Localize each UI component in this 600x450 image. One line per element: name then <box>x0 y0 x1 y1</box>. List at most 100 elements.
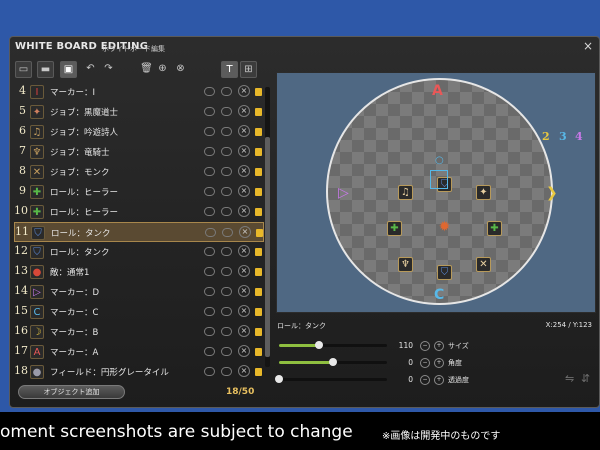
visibility-icon[interactable] <box>204 267 215 276</box>
visibility-icon[interactable] <box>204 367 215 376</box>
whiteboard-canvas[interactable]: 1 2 3 4 A ○ ▷ ❯ C ♫ ⛉ ✦ ✚ ✹ ✚ ♆ ⛉ ✕ <box>276 72 596 313</box>
list-item[interactable]: 12 ⛉ ロール：タンク × <box>14 242 264 262</box>
delete-icon[interactable]: × <box>238 125 250 137</box>
slider-knob[interactable] <box>329 358 337 366</box>
delete-icon[interactable]: × <box>238 305 250 317</box>
eye-icon[interactable] <box>221 147 232 156</box>
increment-button[interactable]: + <box>434 375 444 385</box>
lock-icon[interactable] <box>255 288 262 296</box>
delete-icon[interactable]: × <box>238 285 250 297</box>
monk-token[interactable]: ✕ <box>476 257 491 272</box>
grid-icon[interactable]: ⊞ <box>240 61 257 78</box>
folder-icon[interactable]: ▬ <box>37 61 54 78</box>
delete-icon[interactable]: × <box>238 85 250 97</box>
list-item[interactable]: 11 ⛉ ロール：タンク × <box>14 222 264 242</box>
waymark-a[interactable]: A <box>432 83 443 99</box>
list-item[interactable]: 13 ● 敵：通常1 × <box>14 262 264 282</box>
black-mage-token[interactable]: ✦ <box>476 185 491 200</box>
increment-button[interactable]: + <box>434 341 444 351</box>
delete-icon[interactable]: × <box>238 105 250 117</box>
visibility-icon[interactable] <box>204 147 215 156</box>
visibility-icon[interactable] <box>204 327 215 336</box>
dragoon-token[interactable]: ♆ <box>398 257 413 272</box>
tank-token[interactable]: ⛉ <box>437 265 452 280</box>
scrollbar-thumb[interactable] <box>265 137 270 357</box>
delete-icon[interactable]: × <box>238 345 250 357</box>
lock-icon[interactable] <box>255 188 262 196</box>
eye-icon[interactable] <box>221 87 232 96</box>
visibility-icon[interactable] <box>204 307 215 316</box>
list-item[interactable]: 14 ▷ マーカー：D × <box>14 282 264 302</box>
trash-icon[interactable]: 🗑 <box>138 61 155 78</box>
delete-icon[interactable]: × <box>238 145 250 157</box>
list-item[interactable]: 9 ✚ ロール：ヒーラー × <box>14 182 264 202</box>
visibility-icon[interactable] <box>204 187 215 196</box>
property-slider[interactable] <box>279 358 387 366</box>
floppy-icon[interactable]: ▣ <box>60 61 77 78</box>
eye-icon[interactable] <box>221 287 232 296</box>
paste-icon[interactable]: ⊗ <box>172 61 189 78</box>
visibility-icon[interactable] <box>204 287 215 296</box>
list-item[interactable]: 4 Ⅰ マーカー：Ⅰ × <box>14 82 264 102</box>
visibility-icon[interactable] <box>204 107 215 116</box>
flip-horizontal-icon[interactable]: ⇋ <box>565 372 577 385</box>
slider-knob[interactable] <box>275 375 283 383</box>
add-object-button[interactable]: オブジェクト追加 <box>18 385 125 399</box>
eye-icon[interactable] <box>221 327 232 336</box>
list-item[interactable]: 15 C マーカー：C × <box>14 302 264 322</box>
eye-icon[interactable] <box>221 267 232 276</box>
list-item[interactable]: 8 ✕ ジョブ：モンク × <box>14 162 264 182</box>
waymark-c[interactable]: C <box>434 287 444 303</box>
eye-icon[interactable] <box>221 307 232 316</box>
save-icon[interactable]: ▭ <box>15 61 32 78</box>
bard-token[interactable]: ♫ <box>398 185 413 200</box>
decrement-button[interactable]: − <box>420 358 430 368</box>
lock-icon[interactable] <box>255 208 262 216</box>
lock-icon[interactable] <box>256 229 263 237</box>
undo-icon[interactable]: ↶ <box>82 61 99 78</box>
list-item[interactable]: 17 A マーカー：A × <box>14 342 264 362</box>
flip-vertical-icon[interactable]: ⇵ <box>581 372 593 385</box>
visibility-icon[interactable] <box>204 167 215 176</box>
healer-token[interactable]: ✚ <box>487 221 502 236</box>
property-slider[interactable] <box>279 341 387 349</box>
lock-icon[interactable] <box>255 328 262 336</box>
lock-icon[interactable] <box>255 88 262 96</box>
lock-icon[interactable] <box>255 248 262 256</box>
enemy-token[interactable]: ✹ <box>437 220 452 236</box>
list-scrollbar[interactable] <box>265 87 270 367</box>
eye-icon[interactable] <box>221 107 232 116</box>
redo-icon[interactable]: ↷ <box>100 61 117 78</box>
visibility-icon[interactable] <box>204 247 215 256</box>
decrement-button[interactable]: − <box>420 375 430 385</box>
delete-icon[interactable]: × <box>238 365 250 377</box>
lock-icon[interactable] <box>255 268 262 276</box>
waymark-d[interactable]: ▷ <box>338 185 349 201</box>
text-icon[interactable]: T <box>221 61 238 78</box>
list-item[interactable]: 7 ♆ ジョブ：竜騎士 × <box>14 142 264 162</box>
delete-icon[interactable]: × <box>238 245 250 257</box>
copy-icon[interactable]: ⊕ <box>154 61 171 78</box>
delete-icon[interactable]: × <box>238 265 250 277</box>
decrement-button[interactable]: − <box>420 341 430 351</box>
list-item[interactable]: 16 ☽ マーカー：B × <box>14 322 264 342</box>
list-item[interactable]: 5 ✦ ジョブ：黒魔道士 × <box>14 102 264 122</box>
eye-icon[interactable] <box>221 127 232 136</box>
delete-icon[interactable]: × <box>238 325 250 337</box>
lock-icon[interactable] <box>255 108 262 116</box>
waymark-b[interactable]: ❯ <box>546 185 558 201</box>
delete-icon[interactable]: × <box>238 205 250 217</box>
lock-icon[interactable] <box>255 168 262 176</box>
eye-icon[interactable] <box>221 347 232 356</box>
lock-icon[interactable] <box>255 308 262 316</box>
lock-icon[interactable] <box>255 128 262 136</box>
eye-icon[interactable] <box>221 367 232 376</box>
delete-icon[interactable]: × <box>238 185 250 197</box>
visibility-icon[interactable] <box>204 87 215 96</box>
lock-icon[interactable] <box>255 348 262 356</box>
visibility-icon[interactable] <box>204 127 215 136</box>
eye-icon[interactable] <box>221 187 232 196</box>
visibility-icon[interactable] <box>204 207 215 216</box>
close-icon[interactable]: × <box>583 39 593 53</box>
slider-knob[interactable] <box>314 341 323 349</box>
